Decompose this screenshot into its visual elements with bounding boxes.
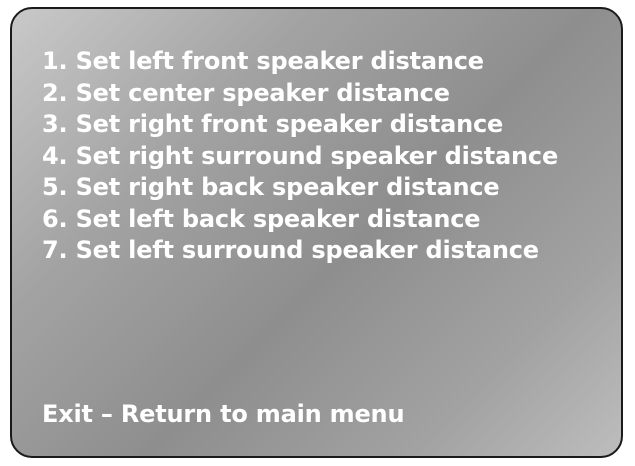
menu-item-right-front[interactable]: 3. Set right front speaker distance (42, 109, 558, 141)
osd-menu-screen: 1. Set left front speaker distance 2. Se… (10, 7, 623, 458)
menu-item-right-back[interactable]: 5. Set right back speaker distance (42, 172, 558, 204)
speaker-distance-menu: 1. Set left front speaker distance 2. Se… (42, 46, 558, 267)
menu-item-center[interactable]: 2. Set center speaker distance (42, 78, 558, 110)
menu-item-right-surround[interactable]: 4. Set right surround speaker distance (42, 141, 558, 173)
menu-item-left-back[interactable]: 6. Set left back speaker distance (42, 204, 558, 236)
exit-menu-item[interactable]: Exit – Return to main menu (42, 399, 405, 431)
menu-item-left-surround[interactable]: 7. Set left surround speaker distance (42, 235, 558, 267)
menu-item-left-front[interactable]: 1. Set left front speaker distance (42, 46, 558, 78)
